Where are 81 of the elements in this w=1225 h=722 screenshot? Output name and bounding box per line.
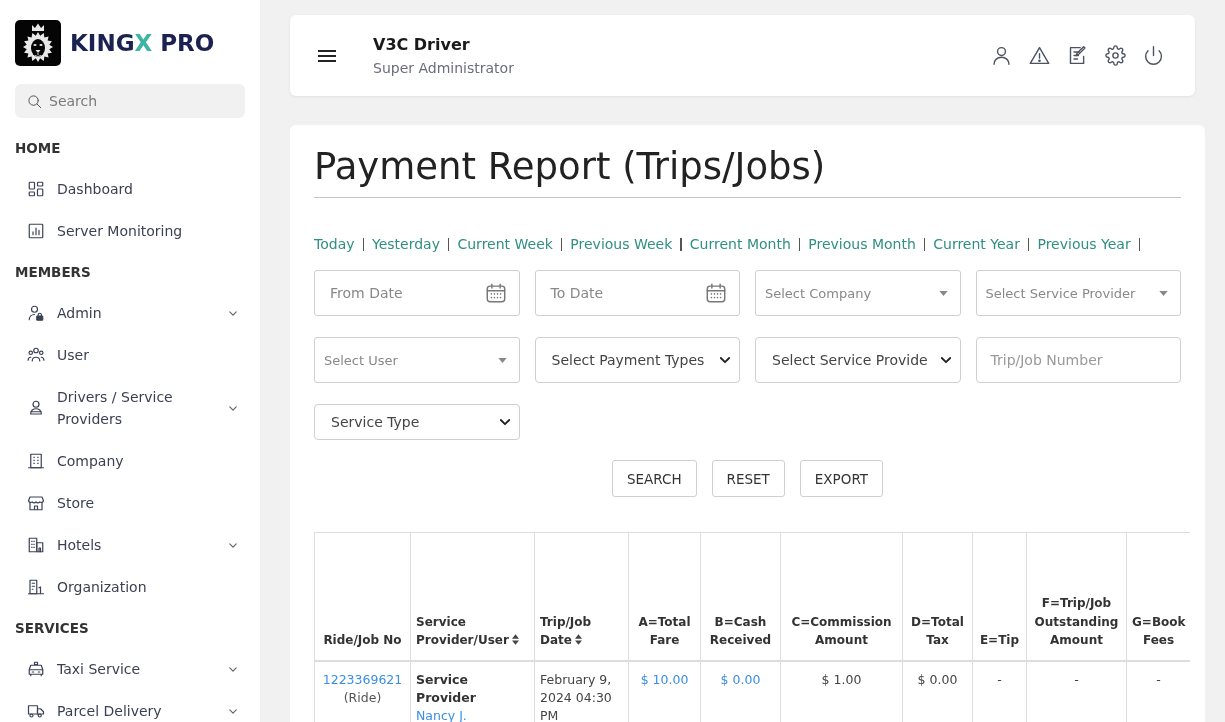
column-header: C=Commission Amount bbox=[780, 532, 903, 661]
user-icon[interactable] bbox=[991, 45, 1012, 66]
date-range-link[interactable]: Today bbox=[314, 234, 355, 254]
date-range-link[interactable]: Current Year bbox=[933, 234, 1020, 254]
date-range-link[interactable]: Previous Week bbox=[570, 234, 673, 254]
select-field[interactable]: Service Type bbox=[314, 404, 520, 440]
column-header[interactable]: Trip/Job Date bbox=[534, 532, 629, 661]
ride-type-label: (Ride) bbox=[342, 688, 383, 707]
search-button[interactable]: SEARCH bbox=[611, 460, 697, 497]
date-field[interactable]: From Date bbox=[314, 270, 520, 316]
provider-name-link[interactable]: Nancy J. bbox=[416, 707, 467, 722]
page-title: Payment Report (Trips/Jobs) bbox=[314, 145, 826, 189]
user-role: Super Administrator bbox=[373, 58, 514, 78]
power-icon[interactable] bbox=[1143, 45, 1164, 66]
menu-icon[interactable] bbox=[318, 48, 336, 63]
building-icon bbox=[27, 452, 45, 470]
settings-icon[interactable] bbox=[1105, 45, 1126, 66]
note-edit-icon[interactable] bbox=[1067, 45, 1088, 66]
sidebar-item[interactable]: Organization bbox=[15, 566, 245, 608]
reset-button[interactable]: RESET bbox=[711, 460, 785, 497]
calendar-icon bbox=[705, 282, 727, 304]
date-range-link[interactable]: Current Week bbox=[457, 234, 553, 254]
sidebar-item[interactable]: Hotels bbox=[15, 524, 245, 566]
column-header: Ride/Job No bbox=[314, 532, 411, 661]
date-field[interactable]: To Date bbox=[534, 270, 740, 316]
caret-icon bbox=[1159, 290, 1168, 296]
dropdown-field[interactable]: Select Company bbox=[755, 270, 961, 316]
section-heading: HOME bbox=[15, 139, 62, 158]
column-header[interactable]: Service Provider/User bbox=[410, 532, 535, 661]
export-button[interactable]: EXPORT bbox=[799, 460, 884, 497]
section-heading: SERVICES bbox=[15, 619, 90, 638]
user-icon bbox=[27, 399, 45, 417]
amount-link[interactable]: $ 10.00 bbox=[640, 671, 689, 687]
calendar-icon bbox=[484, 282, 507, 304]
ride-number-link[interactable]: 1223369621 bbox=[322, 671, 403, 687]
sidebar-item[interactable]: Taxi Service bbox=[15, 648, 245, 690]
select-field[interactable]: Select Service Provide bbox=[755, 337, 961, 383]
column-header: B=Cash Received bbox=[700, 532, 781, 661]
office-building-icon bbox=[27, 578, 45, 596]
search-icon bbox=[27, 93, 42, 109]
column-header: D=Total Tax bbox=[902, 532, 973, 661]
dropdown-field[interactable]: Select Service Provider bbox=[975, 270, 1181, 316]
chevron-down-icon bbox=[720, 356, 730, 364]
date-range-link[interactable]: Previous Year bbox=[1037, 234, 1131, 254]
sidebar-item[interactable]: Server Monitoring bbox=[15, 210, 245, 252]
column-header: F=Trip/Job Outstanding Amount bbox=[1026, 532, 1127, 661]
lion-logo-icon bbox=[15, 20, 61, 66]
amount-link[interactable]: $ 0.00 bbox=[720, 671, 761, 687]
user-lock-icon bbox=[27, 304, 45, 322]
sidebar-item[interactable]: Parcel Delivery bbox=[15, 690, 245, 722]
sidebar-item[interactable]: Dashboard bbox=[15, 168, 245, 210]
column-header: G=Book Fees bbox=[1126, 532, 1190, 661]
caret-icon bbox=[497, 357, 507, 363]
truck-icon bbox=[27, 702, 45, 720]
section-heading: MEMBERS bbox=[15, 263, 92, 282]
dashboard-icon bbox=[27, 180, 45, 198]
warning-icon[interactable] bbox=[1029, 45, 1050, 66]
search-field[interactable]: Search bbox=[15, 84, 245, 118]
sidebar-item[interactable]: Company bbox=[15, 440, 245, 482]
dropdown-field[interactable]: Select User bbox=[314, 337, 520, 383]
hotel-icon bbox=[27, 536, 45, 554]
caret-icon bbox=[938, 290, 948, 296]
sidebar-item[interactable]: Store bbox=[15, 482, 245, 524]
date-range-link[interactable]: Current Month bbox=[689, 234, 791, 254]
brand-name: KINGX PRO bbox=[70, 30, 215, 56]
date-range-link[interactable]: Yesterday bbox=[372, 234, 440, 254]
date-range-link[interactable]: Previous Month bbox=[808, 234, 916, 254]
sidebar-item[interactable]: Admin bbox=[15, 292, 245, 334]
chart-icon bbox=[27, 222, 45, 240]
chevron-down-icon bbox=[940, 356, 951, 364]
column-header: A=Total Fare bbox=[628, 532, 701, 661]
sidebar-item[interactable]: Drivers / Service Providers bbox=[15, 376, 245, 440]
column-header: E=Tip bbox=[972, 532, 1027, 661]
app-title: V3C Driver bbox=[373, 33, 471, 55]
sidebar-item[interactable]: User bbox=[15, 334, 245, 376]
taxi-icon bbox=[27, 660, 45, 678]
chevron-down-icon bbox=[499, 418, 510, 426]
select-field[interactable]: Select Payment Types bbox=[534, 337, 740, 383]
users-icon bbox=[27, 346, 45, 364]
provider-role: Service Provider bbox=[416, 670, 477, 707]
store-icon bbox=[27, 494, 45, 512]
